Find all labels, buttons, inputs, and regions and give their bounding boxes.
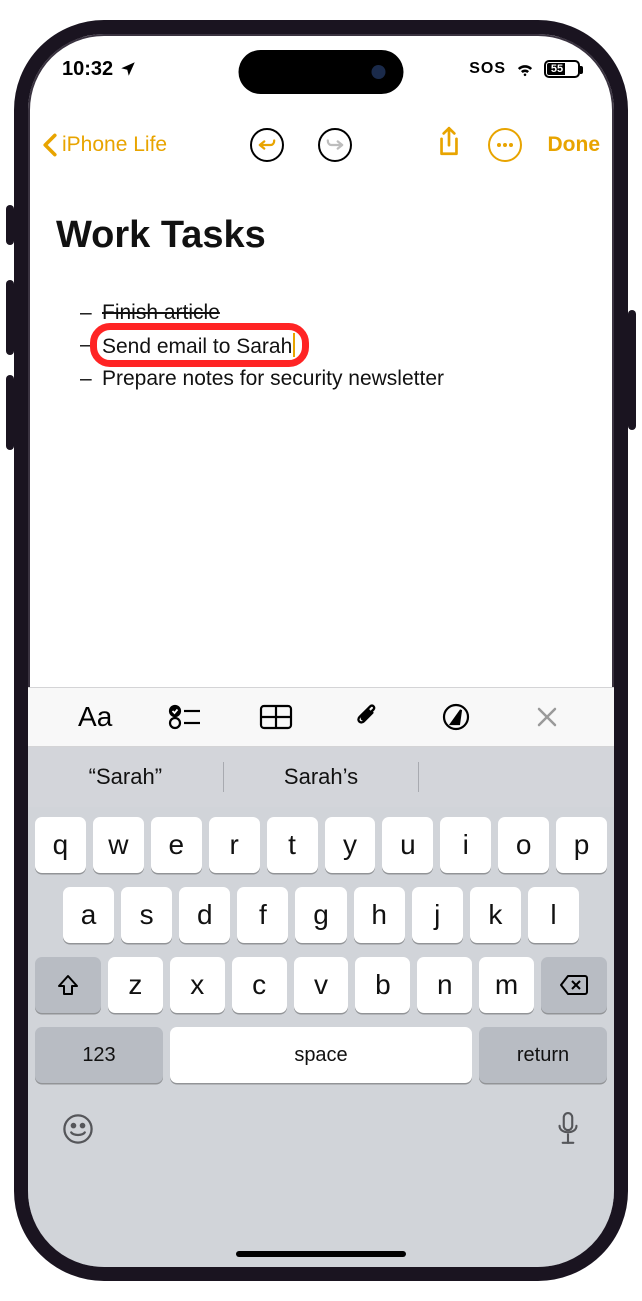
key-f[interactable]: f xyxy=(237,887,288,943)
key-s[interactable]: s xyxy=(121,887,172,943)
key-v[interactable]: v xyxy=(294,957,349,1013)
key-q[interactable]: q xyxy=(35,817,86,873)
home-indicator[interactable] xyxy=(236,1251,406,1257)
close-toolbar-button[interactable] xyxy=(517,705,577,729)
battery-icon: 55 xyxy=(544,60,580,78)
list-item[interactable]: Finish article xyxy=(80,297,586,329)
keyboard-row-1: qwertyuiop xyxy=(35,817,607,873)
space-key[interactable]: space xyxy=(170,1027,472,1083)
share-button[interactable] xyxy=(436,126,462,163)
key-j[interactable]: j xyxy=(412,887,463,943)
key-p[interactable]: p xyxy=(556,817,607,873)
key-b[interactable]: b xyxy=(355,957,410,1013)
back-button[interactable]: iPhone Life xyxy=(42,133,167,157)
key-h[interactable]: h xyxy=(354,887,405,943)
keyboard: qwertyuiop asdfghjkl zxcvbnm 123 space r… xyxy=(28,807,614,1267)
location-icon xyxy=(119,60,137,78)
table-button[interactable] xyxy=(246,704,306,730)
key-a[interactable]: a xyxy=(63,887,114,943)
phone-frame: 10:32 SOS 55 iPhone Life xyxy=(14,20,628,1281)
attachment-button[interactable] xyxy=(336,702,396,732)
task-list[interactable]: Finish article Send email to Sarah Prepa… xyxy=(56,297,586,395)
key-o[interactable]: o xyxy=(498,817,549,873)
key-z[interactable]: z xyxy=(108,957,163,1013)
status-time: 10:32 xyxy=(62,58,113,81)
sos-label: SOS xyxy=(469,60,506,78)
key-m[interactable]: m xyxy=(479,957,534,1013)
emoji-key[interactable] xyxy=(61,1112,95,1146)
list-item[interactable]: Send email to Sarah xyxy=(80,329,586,363)
redo-button[interactable] xyxy=(318,128,352,162)
text-format-button[interactable]: Aa xyxy=(65,701,125,733)
markup-button[interactable] xyxy=(426,702,486,732)
checklist-button[interactable] xyxy=(155,703,215,731)
key-r[interactable]: r xyxy=(209,817,260,873)
key-u[interactable]: u xyxy=(382,817,433,873)
list-item[interactable]: Prepare notes for security newsletter xyxy=(80,363,586,395)
done-button[interactable]: Done xyxy=(548,133,601,157)
delete-key[interactable] xyxy=(541,957,607,1013)
undo-button[interactable] xyxy=(250,128,284,162)
key-k[interactable]: k xyxy=(470,887,521,943)
more-button[interactable] xyxy=(488,128,522,162)
key-t[interactable]: t xyxy=(267,817,318,873)
battery-percent: 55 xyxy=(551,63,563,75)
key-x[interactable]: x xyxy=(170,957,225,1013)
text-cursor xyxy=(293,333,295,357)
return-key[interactable]: return xyxy=(479,1027,607,1083)
key-e[interactable]: e xyxy=(151,817,202,873)
note-title[interactable]: Work Tasks xyxy=(56,214,586,257)
back-label: iPhone Life xyxy=(62,133,167,157)
wifi-icon xyxy=(514,61,536,77)
keyboard-row-4: 123 space return xyxy=(35,1027,607,1083)
keyboard-row-2: asdfghjkl xyxy=(35,887,607,943)
dictation-key[interactable] xyxy=(555,1111,581,1147)
key-i[interactable]: i xyxy=(440,817,491,873)
status-bar: 10:32 SOS 55 xyxy=(28,34,614,104)
key-w[interactable]: w xyxy=(93,817,144,873)
keyboard-row-3: zxcvbnm xyxy=(35,957,607,1013)
nav-bar: iPhone Life Done xyxy=(28,116,614,173)
quicktype-bar: “Sarah” Sarah’s xyxy=(28,747,614,807)
key-n[interactable]: n xyxy=(417,957,472,1013)
shift-key[interactable] xyxy=(35,957,101,1013)
key-d[interactable]: d xyxy=(179,887,230,943)
format-toolbar: Aa xyxy=(28,687,614,747)
key-l[interactable]: l xyxy=(528,887,579,943)
numbers-key[interactable]: 123 xyxy=(35,1027,163,1083)
key-c[interactable]: c xyxy=(232,957,287,1013)
suggestion-2[interactable]: Sarah’s xyxy=(224,764,419,790)
key-y[interactable]: y xyxy=(325,817,376,873)
suggestion-1[interactable]: “Sarah” xyxy=(28,764,223,790)
key-g[interactable]: g xyxy=(295,887,346,943)
